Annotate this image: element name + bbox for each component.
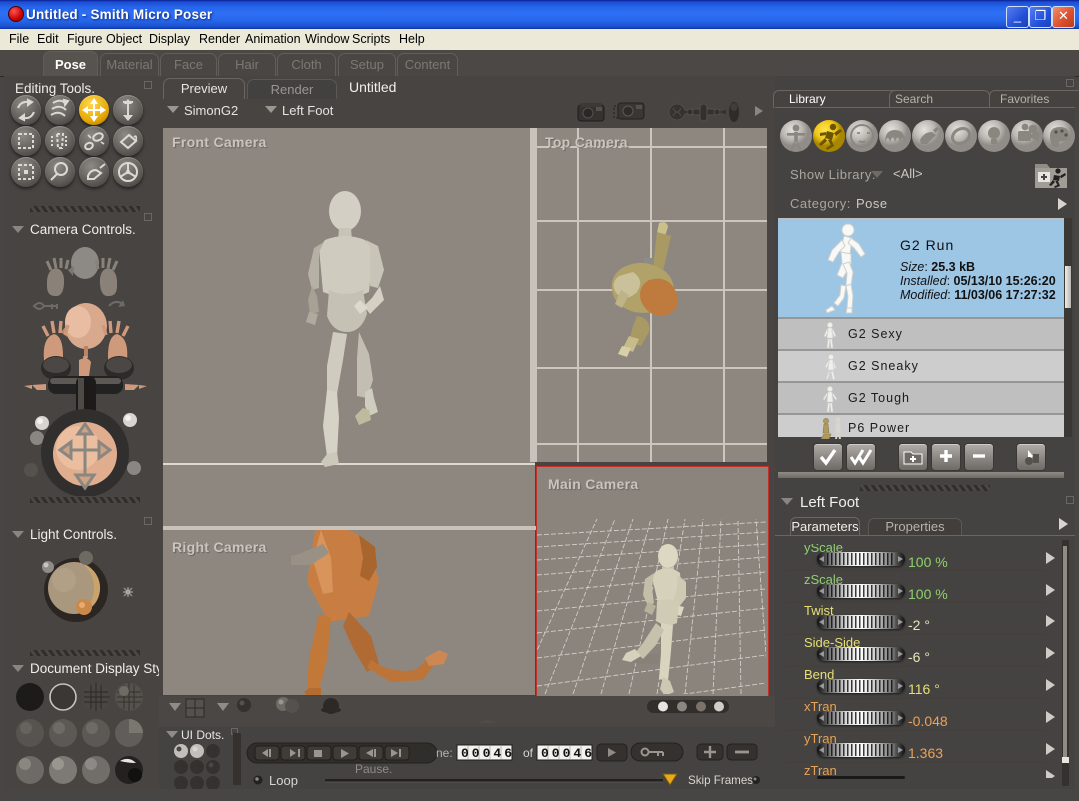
svg-text:Loop: Loop [269, 773, 298, 788]
svg-text:of: of [523, 746, 534, 760]
svg-text:ne:: ne: [436, 746, 453, 760]
svg-text:Skip Frames: Skip Frames [688, 774, 753, 787]
svg-text:00046: 00046 [461, 746, 515, 761]
svg-text:Pause.: Pause. [355, 762, 392, 776]
svg-text:00046: 00046 [541, 746, 595, 761]
